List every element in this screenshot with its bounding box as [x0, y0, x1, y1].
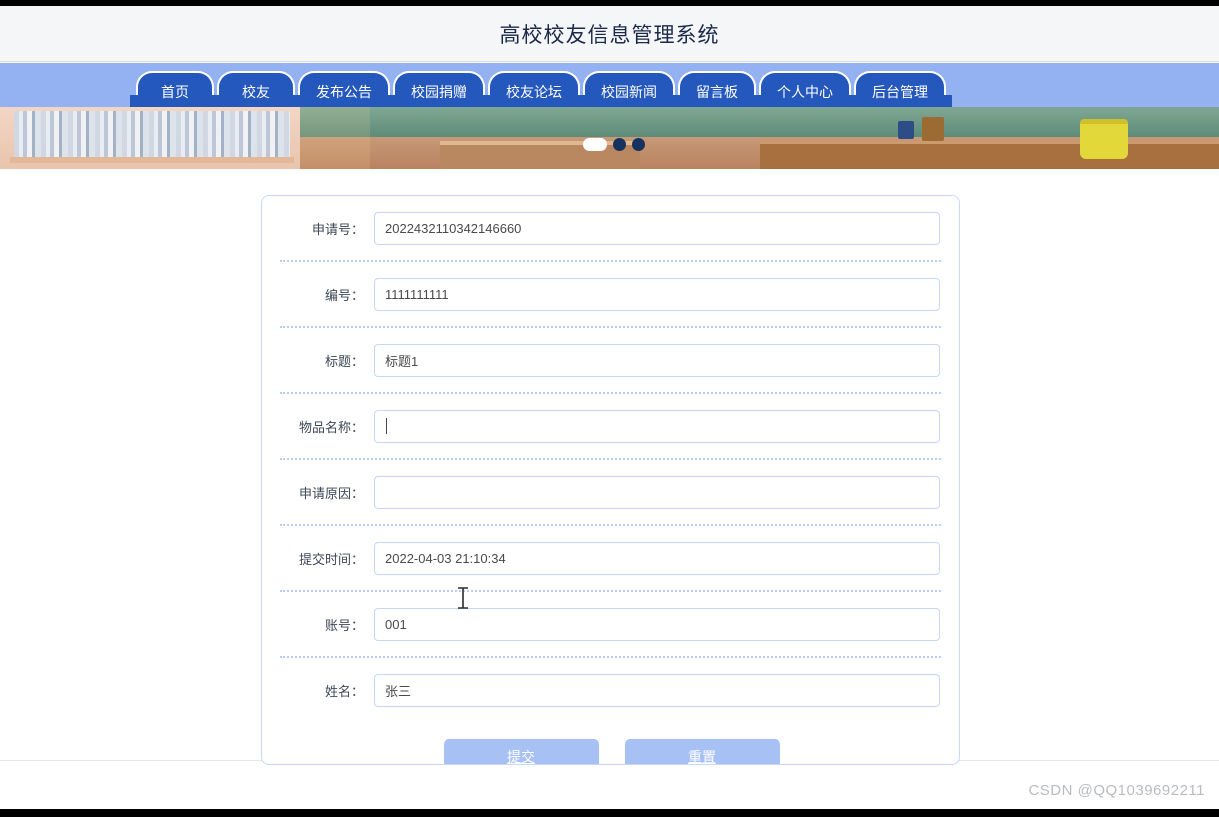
input-value-submit-time: 2022-04-03 21:10:34 [385, 550, 506, 566]
input-value-title: 标题1 [385, 353, 419, 369]
nav-item-label: 个人中心 [777, 84, 833, 100]
nav-item-label: 发布公告 [316, 84, 372, 100]
main-navigation: 首页 校友 发布公告 校园捐赠 校友论坛 校园新闻 留言板 个人中心 后台管理 [0, 63, 1219, 111]
nav-item-message-board[interactable]: 留言板 [672, 73, 762, 111]
banner-books [14, 111, 290, 157]
input-application-number[interactable]: 2022432110342146660 [374, 211, 940, 245]
form-row-user-name: 姓名： 张三 [262, 658, 959, 722]
input-value-serial-number: 1111111111 [385, 286, 449, 302]
submit-button[interactable]: 提交 [443, 739, 599, 765]
nav-item-announcements[interactable]: 发布公告 [292, 73, 396, 111]
browser-bottom-band [0, 809, 1219, 817]
reset-button[interactable]: 重置 [624, 739, 780, 765]
label-title: 标题： [324, 353, 364, 369]
carousel-dot-3[interactable] [632, 138, 645, 151]
site-header: 高校校友信息管理系统 [0, 6, 1219, 62]
csdn-watermark: CSDN @QQ1039692211 [1028, 782, 1205, 799]
nav-item-news[interactable]: 校园新闻 [577, 73, 681, 111]
form-row-item-name: 物品名称： [262, 394, 959, 458]
input-value-account: 001 [385, 616, 407, 632]
carousel-dot-1[interactable] [583, 138, 607, 151]
banner-object-brown [922, 117, 944, 141]
input-serial-number[interactable]: 1111111111 [374, 277, 940, 311]
label-account: 账号： [324, 617, 364, 633]
label-user-name: 姓名： [324, 683, 364, 699]
nav-item-label: 留言板 [696, 84, 738, 100]
nav-item-donation[interactable]: 校园捐赠 [387, 73, 491, 111]
banner-shelf-bar [10, 157, 294, 163]
form-row-account: 账号： 001 [262, 592, 959, 656]
page-title: 高校校友信息管理系统 [499, 23, 720, 47]
nav-item-admin[interactable]: 后台管理 [848, 73, 952, 111]
input-value-application-number: 2022432110342146660 [385, 220, 522, 236]
form-actions: 提交 重置 [262, 739, 959, 765]
banner-yellow-jar [1080, 119, 1128, 159]
nav-item-home[interactable]: 首页 [130, 73, 220, 111]
nav-item-label: 校园捐赠 [411, 84, 467, 100]
text-caret [386, 418, 387, 434]
form-row-application-reason: 申请原因： [262, 460, 959, 524]
label-serial-number: 编号： [324, 287, 364, 303]
reset-button-label: 重置 [688, 749, 716, 765]
page-root: 高校校友信息管理系统 首页 校友 发布公告 校园捐赠 校友论坛 校园新闻 留言板 个人中心 后台… [0, 0, 1219, 817]
label-item-name: 物品名称： [298, 419, 364, 435]
nav-item-label: 校园新闻 [601, 84, 657, 100]
carousel-dot-2[interactable] [613, 138, 626, 151]
form-row-serial-number: 编号： 1111111111 [262, 262, 959, 326]
input-user-name[interactable]: 张三 [374, 673, 940, 707]
input-account[interactable]: 001 [374, 607, 940, 641]
input-title[interactable]: 标题1 [374, 343, 940, 377]
form-row-title: 标题： 标题1 [262, 328, 959, 392]
nav-item-label: 校友 [242, 84, 270, 100]
input-application-reason[interactable] [374, 475, 940, 509]
banner-object-blue [898, 121, 914, 139]
input-submit-time[interactable]: 2022-04-03 21:10:34 [374, 541, 940, 575]
banner-counter [760, 141, 1219, 169]
nav-item-label: 后台管理 [872, 84, 928, 100]
label-application-number: 申请号： [311, 221, 364, 237]
submit-button-label: 提交 [507, 749, 535, 765]
form-row-submit-time: 提交时间： 2022-04-03 21:10:34 [262, 526, 959, 590]
input-value-user-name: 张三 [385, 683, 412, 699]
input-item-name[interactable] [374, 409, 940, 443]
form-row-application-number: 申请号： 2022432110342146660 [262, 196, 959, 260]
nav-item-forum[interactable]: 校友论坛 [482, 73, 586, 111]
nav-item-label: 校友论坛 [506, 84, 562, 100]
carousel-indicators[interactable] [583, 138, 645, 151]
nav-item-alumni[interactable]: 校友 [211, 73, 301, 111]
donation-application-form: 申请号： 2022432110342146660 编号： 1111111111 标题：标… [261, 195, 960, 765]
label-application-reason: 申请原因： [298, 485, 364, 501]
banner-bookshelf [0, 107, 300, 169]
label-submit-time: 提交时间： [298, 551, 364, 567]
content-area: 申请号： 2022432110342146660 编号： 1111111111 标题：标… [0, 169, 1219, 765]
nav-item-label: 首页 [161, 84, 189, 100]
nav-item-profile[interactable]: 个人中心 [753, 73, 857, 111]
